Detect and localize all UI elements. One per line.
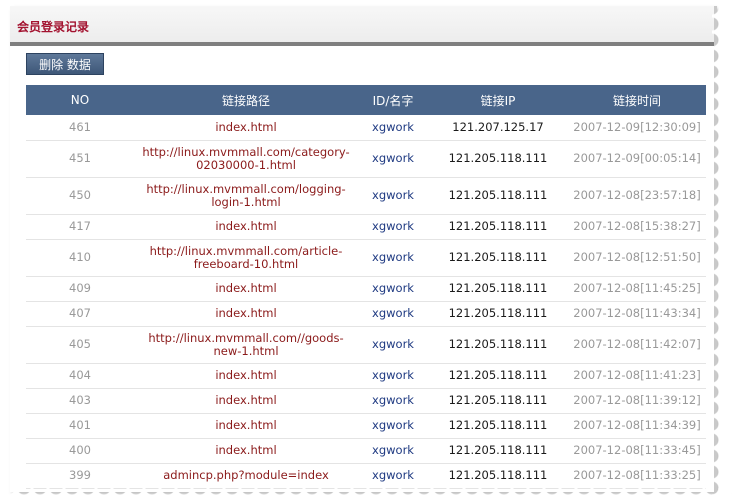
cell-path[interactable]: admincp.php?module=index — [134, 463, 358, 489]
cell-path[interactable]: http://linux.mvmmall.com/logging-login-1… — [134, 177, 358, 215]
cell-name[interactable]: xgwork — [358, 177, 428, 215]
cell-path[interactable]: index.html — [134, 438, 358, 464]
cell-no: 404 — [26, 363, 134, 389]
cell-name[interactable]: xgwork — [358, 276, 428, 302]
table-header-row: NO 链接路径 ID/名字 链接IP 链接时间 — [26, 85, 706, 115]
cell-no: 407 — [26, 301, 134, 327]
cell-ip: 121.205.118.111 — [428, 363, 568, 389]
cell-ip: 121.205.118.111 — [428, 463, 568, 489]
cell-no: 451 — [26, 140, 134, 178]
cell-no: 450 — [26, 177, 134, 215]
cell-time: 2007-12-08[23:57:18] — [568, 177, 706, 215]
cell-time: 2007-12-08[11:33:45] — [568, 438, 706, 464]
cell-time: 2007-12-08[11:42:07] — [568, 326, 706, 364]
table-row: 410 http://linux.mvmmall.com/article-free… — [26, 239, 706, 277]
cell-path[interactable]: index.html — [134, 388, 358, 414]
torn-edge-right — [712, 0, 732, 500]
table-row: 401 index.html xgwork 121.205.118.111 2007-1… — [26, 413, 706, 439]
cell-no: 399 — [26, 463, 134, 489]
table-row: 461 index.html xgwork 121.207.125.17 2007-12… — [26, 115, 706, 141]
header-ip[interactable]: 链接IP — [428, 85, 568, 115]
cell-ip: 121.205.118.111 — [428, 140, 568, 178]
cell-time: 2007-12-09[00:05:14] — [568, 140, 706, 178]
cell-no: 401 — [26, 413, 134, 439]
cell-ip: 121.205.118.111 — [428, 438, 568, 464]
cell-time: 2007-12-08[15:38:27] — [568, 214, 706, 240]
cell-ip: 121.205.118.111 — [428, 276, 568, 302]
cell-time: 2007-12-08[11:39:12] — [568, 388, 706, 414]
cell-ip: 121.205.118.111 — [428, 177, 568, 215]
cell-name[interactable]: xgwork — [358, 115, 428, 141]
table-row: 405 http://linux.mvmmall.com//goods-new-1… — [26, 326, 706, 364]
cell-path[interactable]: index.html — [134, 413, 358, 439]
cell-path[interactable]: index.html — [134, 115, 358, 141]
cell-path[interactable]: http://linux.mvmmall.com//goods-new-1.ht… — [134, 326, 358, 364]
login-records-table: NO 链接路径 ID/名字 链接IP 链接时间 461 index.html xgw… — [26, 85, 706, 489]
cell-time: 2007-12-08[11:34:39] — [568, 413, 706, 439]
cell-time: 2007-12-09[12:30:09] — [568, 115, 706, 141]
cell-time: 2007-12-08[12:51:50] — [568, 239, 706, 277]
header-time[interactable]: 链接时间 — [568, 85, 706, 115]
cell-no: 417 — [26, 214, 134, 240]
cell-path[interactable]: index.html — [134, 214, 358, 240]
table-row: 451 http://linux.mvmmall.com/category-020… — [26, 140, 706, 178]
cell-name[interactable]: xgwork — [358, 214, 428, 240]
table-row: 399 admincp.php?module=index xgwork 121.205… — [26, 463, 706, 489]
table-row: 409 index.html xgwork 121.205.118.111 2007-1… — [26, 276, 706, 302]
cell-name[interactable]: xgwork — [358, 413, 428, 439]
delete-data-button[interactable]: 删除 数据 — [26, 53, 104, 75]
cell-path[interactable]: index.html — [134, 301, 358, 327]
cell-ip: 121.205.118.111 — [428, 413, 568, 439]
cell-time: 2007-12-08[11:45:25] — [568, 276, 706, 302]
cell-ip: 121.205.118.111 — [428, 326, 568, 364]
cell-no: 409 — [26, 276, 134, 302]
page-title: 会员登录记录 — [17, 20, 90, 34]
table-row: 403 index.html xgwork 121.205.118.111 2007-1… — [26, 388, 706, 414]
cell-name[interactable]: xgwork — [358, 140, 428, 178]
cell-name[interactable]: xgwork — [358, 438, 428, 464]
cell-no: 461 — [26, 115, 134, 141]
cell-time: 2007-12-08[11:43:34] — [568, 301, 706, 327]
table-row: 417 index.html xgwork 121.205.118.111 2007-1… — [26, 214, 706, 240]
cell-no: 400 — [26, 438, 134, 464]
cell-time: 2007-12-08[11:41:23] — [568, 363, 706, 389]
cell-name[interactable]: xgwork — [358, 363, 428, 389]
cell-ip: 121.205.118.111 — [428, 388, 568, 414]
header-name[interactable]: ID/名字 — [358, 85, 428, 115]
table-row: 450 http://linux.mvmmall.com/logging-logi… — [26, 177, 706, 215]
cell-time: 2007-12-08[11:33:25] — [568, 463, 706, 489]
cell-path[interactable]: http://linux.mvmmall.com/article-freeboa… — [134, 239, 358, 277]
cell-no: 410 — [26, 239, 134, 277]
table-row: 407 index.html xgwork 121.205.118.111 2007-1… — [26, 301, 706, 327]
torn-edge-bottom — [0, 488, 732, 500]
title-bar: 会员登录记录 — [10, 6, 714, 42]
cell-no: 405 — [26, 326, 134, 364]
cell-ip: 121.205.118.111 — [428, 214, 568, 240]
cell-ip: 121.207.125.17 — [428, 115, 568, 141]
header-no[interactable]: NO — [26, 85, 134, 115]
cell-name[interactable]: xgwork — [358, 239, 428, 277]
cell-name[interactable]: xgwork — [358, 301, 428, 327]
title-divider — [10, 42, 714, 46]
cell-name[interactable]: xgwork — [358, 388, 428, 414]
cell-path[interactable]: index.html — [134, 363, 358, 389]
login-records-panel: 会员登录记录 删除 数据 NO 链接路径 ID/名字 链接IP 链接时间 461… — [10, 6, 717, 492]
cell-ip: 121.205.118.111 — [428, 239, 568, 277]
cell-name[interactable]: xgwork — [358, 326, 428, 364]
table-row: 404 index.html xgwork 121.205.118.111 2007-1… — [26, 363, 706, 389]
cell-name[interactable]: xgwork — [358, 463, 428, 489]
header-path[interactable]: 链接路径 — [134, 85, 358, 115]
cell-path[interactable]: index.html — [134, 276, 358, 302]
table-row: 400 index.html xgwork 121.205.118.111 2007-1… — [26, 438, 706, 464]
cell-ip: 121.205.118.111 — [428, 301, 568, 327]
cell-no: 403 — [26, 388, 134, 414]
cell-path[interactable]: http://linux.mvmmall.com/category-020300… — [134, 140, 358, 178]
